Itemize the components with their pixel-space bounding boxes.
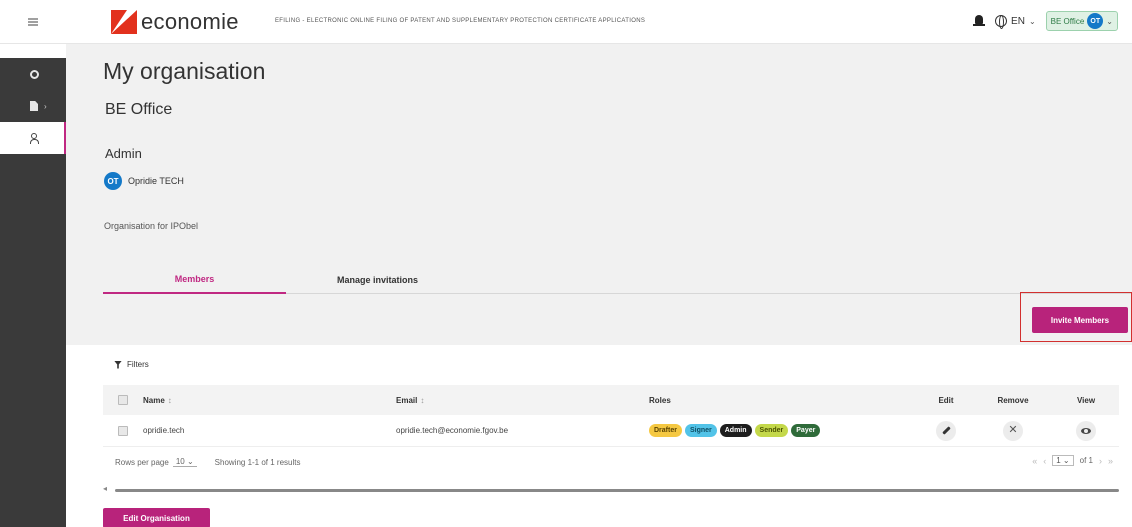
sidebar-item-documents[interactable]: › bbox=[0, 90, 66, 122]
prev-page-button[interactable]: ‹ bbox=[1043, 456, 1046, 466]
results-summary: Showing 1-1 of 1 results bbox=[214, 457, 301, 467]
top-bar: economie EFILING - ELECTRONIC ONLINE FIL… bbox=[0, 0, 1132, 44]
sort-icon: ↕ bbox=[420, 395, 425, 405]
top-right-controls: EN ⌄ BE Office OT ⌄ bbox=[973, 11, 1118, 31]
sidebar: › bbox=[0, 58, 66, 527]
select-all-checkbox[interactable] bbox=[118, 395, 128, 405]
role-badge-payer: Payer bbox=[791, 424, 821, 437]
members-table: Name ↕ Email ↕ Roles Edit Remove View opri… bbox=[103, 385, 1119, 477]
admin-user: OT Opridie TECH bbox=[104, 172, 184, 190]
organisation-name: BE Office bbox=[105, 101, 173, 118]
filters-label: Filters bbox=[127, 360, 149, 369]
organisation-description: Organisation for IPObel bbox=[104, 221, 199, 231]
rows-per-page-select[interactable]: 10 ⌄ bbox=[172, 457, 197, 467]
rows-per-page-label: Rows per page bbox=[115, 457, 169, 467]
column-header-edit: Edit bbox=[938, 395, 954, 405]
column-header-name[interactable]: Name ↕ bbox=[143, 396, 396, 405]
app-title: EFILING - ELECTRONIC ONLINE FILING OF PA… bbox=[275, 18, 646, 24]
member-email: opridie.tech@economie.fgov.be bbox=[396, 426, 509, 435]
brand-name: economie bbox=[141, 9, 239, 34]
bell-icon[interactable] bbox=[973, 14, 986, 28]
edit-button[interactable] bbox=[936, 420, 956, 441]
role-badge-admin: Admin bbox=[719, 424, 752, 437]
role-badge-sender: Sender bbox=[754, 424, 789, 437]
column-header-roles: Roles bbox=[649, 395, 671, 405]
menu-icon[interactable] bbox=[0, 0, 66, 44]
filter-icon bbox=[114, 360, 122, 369]
globe-icon bbox=[995, 15, 1008, 29]
chevron-down-icon: ⌄ bbox=[1106, 16, 1113, 26]
sidebar-item-organisation[interactable] bbox=[0, 122, 66, 154]
page-title: My organisation bbox=[103, 58, 266, 84]
chevron-right-icon: › bbox=[44, 101, 47, 111]
pencil-icon bbox=[941, 426, 951, 435]
member-name: opridie.tech bbox=[143, 426, 185, 435]
org-user-menu[interactable]: BE Office OT ⌄ bbox=[1045, 11, 1118, 31]
pagination: « ‹ 1 ⌄ of 1 › » bbox=[1032, 455, 1113, 466]
brand-logo[interactable]: economie bbox=[111, 8, 239, 36]
last-page-button[interactable]: » bbox=[1108, 456, 1113, 466]
page-select[interactable]: 1 ⌄ bbox=[1052, 455, 1074, 466]
edit-organisation-button[interactable]: Edit Organisation bbox=[103, 508, 210, 527]
eye-icon bbox=[1081, 427, 1091, 434]
users-icon bbox=[30, 133, 40, 144]
remove-button[interactable]: ✕ bbox=[1003, 420, 1023, 441]
tabs: Members Manage invitations bbox=[103, 266, 1132, 294]
next-page-button[interactable]: › bbox=[1099, 456, 1102, 466]
org-chip-label: BE Office bbox=[1050, 16, 1085, 26]
first-page-button[interactable]: « bbox=[1032, 456, 1037, 466]
view-button[interactable] bbox=[1076, 420, 1096, 441]
admin-heading: Admin bbox=[105, 146, 142, 161]
scrollbar-thumb[interactable] bbox=[115, 489, 1119, 492]
rows-per-page: Rows per page 10 ⌄ bbox=[115, 457, 197, 467]
admin-name: Opridie TECH bbox=[128, 176, 184, 186]
member-roles: Drafter Signer Admin Sender Payer bbox=[649, 424, 919, 437]
sort-icon: ↕ bbox=[167, 395, 172, 405]
user-avatar: OT bbox=[1087, 13, 1104, 29]
language-label: EN bbox=[1011, 15, 1025, 27]
invite-members-button[interactable]: Invite Members bbox=[1032, 307, 1128, 333]
column-header-remove: Remove bbox=[997, 395, 1029, 405]
close-icon: ✕ bbox=[1008, 424, 1018, 436]
chevron-down-icon: ⌄ bbox=[1028, 16, 1036, 26]
organisation-header-panel bbox=[66, 44, 1132, 345]
scroll-left-icon[interactable]: ◂ bbox=[103, 484, 107, 493]
admin-avatar: OT bbox=[104, 172, 122, 190]
table-footer: Rows per page 10 ⌄ Showing 1-1 of 1 resu… bbox=[103, 447, 1119, 477]
economie-logo-icon bbox=[111, 10, 137, 34]
filters-toggle[interactable]: Filters bbox=[114, 360, 149, 369]
tab-members[interactable]: Members bbox=[103, 266, 286, 294]
role-badge-signer: Signer bbox=[684, 424, 717, 437]
document-icon bbox=[30, 101, 38, 111]
role-badge-drafter: Drafter bbox=[649, 424, 682, 437]
row-checkbox[interactable] bbox=[118, 425, 128, 436]
column-header-view: View bbox=[1076, 395, 1096, 405]
horizontal-scrollbar[interactable]: ◂ bbox=[103, 484, 1119, 493]
sidebar-item-dashboard[interactable] bbox=[0, 58, 66, 90]
page-total: of 1 bbox=[1079, 456, 1093, 465]
circle-icon bbox=[30, 69, 39, 79]
table-header: Name ↕ Email ↕ Roles Edit Remove View bbox=[103, 385, 1119, 415]
tab-manage-invitations[interactable]: Manage invitations bbox=[286, 266, 469, 294]
column-header-email[interactable]: Email ↕ bbox=[396, 396, 649, 405]
language-selector[interactable]: EN ⌄ bbox=[995, 15, 1036, 29]
table-row: opridie.tech opridie.tech@economie.fgov.… bbox=[103, 415, 1119, 447]
